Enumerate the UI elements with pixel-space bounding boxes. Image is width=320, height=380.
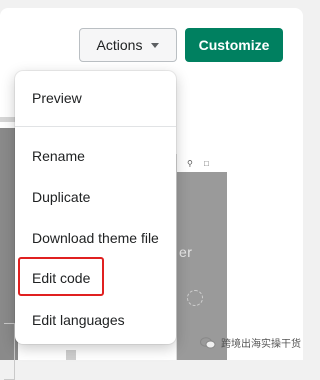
watermark-text: 跨境出海实操干货 (221, 339, 301, 350)
preview-edge (66, 350, 76, 360)
menu-item-duplicate[interactable]: Duplicate (32, 189, 90, 205)
edit-code-highlight (18, 257, 104, 296)
menu-divider (15, 126, 176, 127)
search-icon: ⚲ (187, 159, 193, 168)
preview-hero: er (177, 172, 227, 360)
preview-hero-text: er (179, 244, 193, 260)
customize-label: Customize (198, 37, 270, 53)
preview-frame (4, 323, 15, 380)
preview-header: ⚲ □ (177, 154, 227, 173)
menu-item-download-theme-file[interactable]: Download theme file (32, 230, 159, 246)
menu-item-rename[interactable]: Rename (32, 148, 85, 164)
theme-preview-right: ⚲ □ er (176, 154, 227, 360)
menu-item-preview[interactable]: Preview (32, 90, 82, 106)
menu-item-edit-languages[interactable]: Edit languages (32, 312, 125, 328)
preview-graphic (187, 290, 203, 306)
wechat-icon (200, 336, 216, 349)
watermark: 跨境出海实操干货 (200, 335, 301, 350)
actions-label: Actions (96, 37, 143, 53)
cart-icon: □ (204, 159, 209, 168)
actions-button[interactable]: Actions (79, 28, 177, 62)
caret-down-icon (151, 42, 160, 48)
actions-menu: Preview Rename Duplicate Download theme … (15, 71, 176, 344)
customize-button[interactable]: Customize (185, 28, 283, 62)
